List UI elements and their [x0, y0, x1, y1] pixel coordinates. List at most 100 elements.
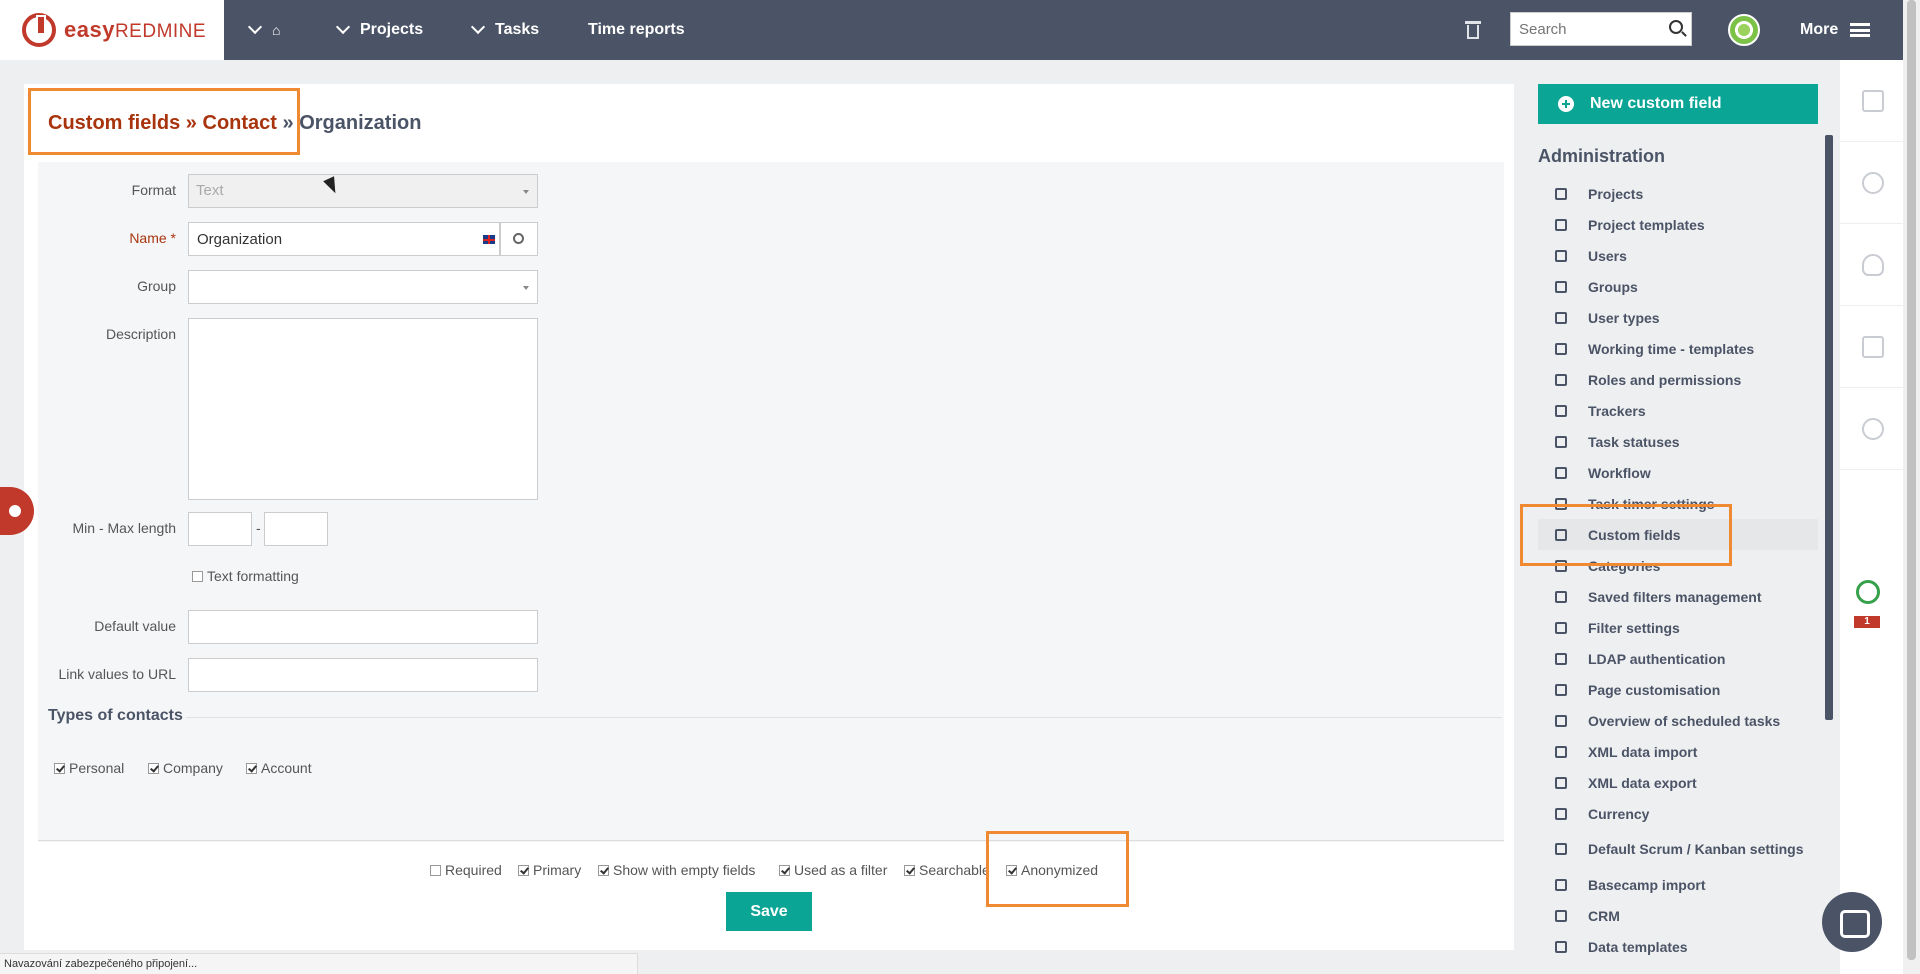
window-scrollbar[interactable]	[1903, 0, 1920, 974]
sidebar-item-projects[interactable]: Projects	[1538, 178, 1818, 209]
sidebar-item-data-templates[interactable]: Data templates	[1538, 931, 1818, 962]
strip-item-user[interactable]	[1840, 142, 1903, 224]
logo[interactable]: easyREDMINE	[0, 0, 224, 60]
menu-item-icon	[1555, 373, 1567, 386]
menu-item-icon	[1555, 559, 1567, 572]
sidebar-item-page-customisation[interactable]: Page customisation	[1538, 674, 1818, 705]
sidebar-item-categories[interactable]: Categories	[1538, 550, 1818, 581]
checkbox[interactable]	[904, 864, 915, 876]
option-searchable[interactable]: Searchable	[904, 862, 990, 878]
notification-badge: 1	[1854, 616, 1880, 628]
clipboard-check-icon	[1862, 336, 1884, 358]
text-formatting-checkbox[interactable]: Text formatting	[192, 568, 299, 584]
sidebar-scrollbar[interactable]	[1825, 135, 1833, 720]
sidebar-item-users[interactable]: Users	[1538, 240, 1818, 271]
translate-button[interactable]	[500, 222, 538, 256]
sidebar-item-label: Task timer settings	[1588, 495, 1715, 512]
option-primary[interactable]: Primary	[518, 862, 581, 878]
strip-item-chat[interactable]	[1840, 388, 1903, 470]
avatar[interactable]	[1728, 14, 1760, 46]
contact-type-personal[interactable]: Personal	[54, 760, 124, 776]
power-logo-icon	[22, 13, 56, 47]
sidebar-item-xml-data-export[interactable]: XML data export	[1538, 767, 1818, 798]
checkbox[interactable]	[1006, 864, 1017, 876]
history-icon[interactable]	[1856, 580, 1880, 604]
sidebar-item-workflow[interactable]: Workflow	[1538, 457, 1818, 488]
checkbox[interactable]	[246, 762, 257, 774]
description-textarea[interactable]	[189, 319, 537, 499]
breadcrumb-contact[interactable]: Contact	[203, 112, 277, 134]
option-label: Primary	[533, 862, 582, 878]
sidebar-item-user-types[interactable]: User types	[1538, 302, 1818, 333]
sidebar-item-project-templates[interactable]: Project templates	[1538, 209, 1818, 240]
checkbox[interactable]	[54, 762, 65, 774]
checkbox[interactable]	[598, 864, 609, 876]
description-label: Description	[105, 326, 176, 342]
sidebar-item-overview-of-scheduled-tasks[interactable]: Overview of scheduled tasks	[1538, 705, 1818, 736]
nav-projects[interactable]: Projects	[335, 0, 423, 60]
sidebar-item-saved-filters-management[interactable]: Saved filters management	[1538, 581, 1818, 612]
sidebar-item-roles-and-permissions[interactable]: Roles and permissions	[1538, 364, 1818, 395]
format-value: Text	[196, 182, 224, 199]
name-input[interactable]	[189, 223, 499, 255]
min-length-field	[188, 512, 252, 546]
strip-item-ideas[interactable]	[1840, 224, 1903, 306]
sidebar-item-task-timer-settings[interactable]: Task timer settings	[1538, 488, 1818, 519]
more-menu[interactable]: More	[1800, 0, 1871, 60]
max-length-input[interactable]	[265, 513, 327, 545]
sidebar-item-filter-settings[interactable]: Filter settings	[1538, 612, 1818, 643]
sidebar-item-trackers[interactable]: Trackers	[1538, 395, 1818, 426]
chat-bubble-icon[interactable]	[1822, 892, 1882, 952]
nav-time-reports[interactable]: Time reports	[588, 0, 685, 60]
hamburger-icon	[1850, 23, 1871, 37]
strip-item-documents[interactable]	[1840, 60, 1903, 142]
menu-item-icon	[1555, 843, 1567, 855]
new-custom-field-button[interactable]: New custom field	[1538, 84, 1818, 124]
min-length-input[interactable]	[189, 513, 251, 545]
search-input[interactable]	[1511, 13, 1691, 45]
save-button[interactable]: Save	[726, 892, 812, 931]
breadcrumb-separator: »	[276, 112, 300, 134]
sidebar-item-basecamp-import[interactable]: Basecamp import	[1538, 869, 1818, 900]
sidebar-item-custom-fields[interactable]: Custom fields	[1538, 519, 1818, 550]
trash-icon[interactable]	[1465, 19, 1481, 39]
contact-type-account[interactable]: Account	[246, 760, 312, 776]
contact-type-label: Personal	[69, 760, 125, 776]
format-select: Text	[188, 174, 538, 208]
sidebar-item-groups[interactable]: Groups	[1538, 271, 1818, 302]
link-values-input[interactable]	[189, 659, 537, 691]
sidebar-item-label: Users	[1588, 247, 1627, 264]
option-used-as-filter[interactable]: Used as a filter	[779, 862, 887, 878]
checkbox[interactable]	[192, 570, 203, 582]
sidebar-item-xml-data-import[interactable]: XML data import	[1538, 736, 1818, 767]
sidebar-item-working-time-templates[interactable]: Working time - templates	[1538, 333, 1818, 364]
default-value-input[interactable]	[189, 611, 537, 643]
breadcrumb-custom-fields[interactable]: Custom fields	[48, 112, 180, 134]
option-show-with-empty-fields[interactable]: Show with empty fields	[598, 862, 755, 878]
nav-tasks[interactable]: Tasks	[470, 0, 539, 60]
menu-item-icon	[1555, 652, 1567, 665]
sidebar-item-currency[interactable]: Currency	[1538, 798, 1818, 829]
checkbox[interactable]	[148, 762, 159, 774]
menu-item-icon	[1555, 683, 1567, 696]
strip-item-tasks[interactable]	[1840, 306, 1903, 388]
page-title: Custom fields » Contact » Organization	[48, 112, 421, 135]
sidebar-item-ldap-authentication[interactable]: LDAP authentication	[1538, 643, 1818, 674]
checkbox[interactable]	[518, 864, 529, 876]
scrollbar-thumb[interactable]	[1907, 0, 1916, 960]
menu-item-icon	[1555, 776, 1567, 789]
search-icon[interactable]	[1669, 20, 1683, 34]
checkbox[interactable]	[430, 864, 441, 876]
option-anonymized[interactable]: Anonymized	[1006, 862, 1098, 878]
home-menu[interactable]: ⌂	[247, 0, 280, 60]
contact-type-label: Account	[261, 760, 312, 776]
sidebar-item-crm[interactable]: CRM	[1538, 900, 1818, 931]
divider	[186, 717, 1502, 718]
option-required[interactable]: Required	[430, 862, 502, 878]
checkbox[interactable]	[779, 864, 790, 876]
contact-type-company[interactable]: Company	[148, 760, 223, 776]
sidebar-item-default-scrum-kanban-settings[interactable]: Default Scrum / Kanban settings	[1538, 829, 1818, 869]
globe-icon	[513, 233, 524, 244]
sidebar-item-task-statuses[interactable]: Task statuses	[1538, 426, 1818, 457]
group-select[interactable]	[188, 270, 538, 304]
